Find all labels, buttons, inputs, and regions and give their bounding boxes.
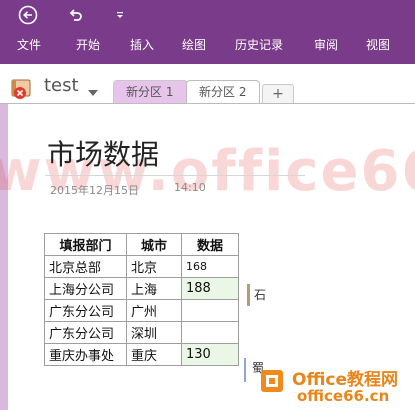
note-fragment[interactable]: 石 <box>254 286 266 303</box>
table-row: 北京总部 北京 168 <box>44 255 239 278</box>
office-logo-icon <box>258 366 288 400</box>
title-divider <box>45 175 305 176</box>
cell-dept[interactable]: 广东分公司 <box>44 299 127 322</box>
table-row: 重庆办事处 重庆 130 <box>44 343 239 366</box>
cell-dept[interactable]: 广东分公司 <box>44 321 127 344</box>
notebook-name[interactable]: test <box>44 75 79 96</box>
cell-dept[interactable]: 上海分公司 <box>44 277 127 300</box>
tab-review[interactable]: 审阅 <box>314 36 338 53</box>
section-color-band <box>0 104 8 410</box>
cell-dept[interactable]: 北京总部 <box>44 255 127 278</box>
table-row: 广东分公司 广州 <box>44 299 239 322</box>
page-date: 2015年12月15日 <box>50 184 139 197</box>
header-dept[interactable]: 填报部门 <box>44 233 127 256</box>
cell-value[interactable]: 168 <box>181 255 239 278</box>
tab-insert[interactable]: 插入 <box>130 36 154 53</box>
logo-domain: office66.cn <box>297 387 390 405</box>
cell-city[interactable]: 上海 <box>126 277 182 300</box>
cell-value[interactable]: 130 <box>181 343 239 366</box>
note-container-edge <box>244 358 246 382</box>
note-container-edge <box>247 284 250 306</box>
circle-back-arrow-icon <box>18 5 38 25</box>
undo-button[interactable] <box>63 3 87 27</box>
cell-city[interactable]: 广州 <box>126 299 182 322</box>
tab-home[interactable]: 开始 <box>76 36 100 53</box>
cell-value[interactable] <box>181 299 239 322</box>
cell-value[interactable]: 188 <box>181 277 239 300</box>
cell-city[interactable]: 北京 <box>126 255 182 278</box>
back-button[interactable] <box>14 3 42 27</box>
customize-quick-access-button[interactable] <box>112 3 128 27</box>
tab-view[interactable]: 视图 <box>366 36 390 53</box>
header-value[interactable]: 数据 <box>181 233 239 256</box>
table-row: 上海分公司 上海 188 <box>44 277 239 300</box>
cell-city[interactable]: 深圳 <box>126 321 182 344</box>
chevron-down-icon[interactable] <box>88 82 98 101</box>
tab-file[interactable]: 文件 <box>17 36 41 53</box>
tab-history[interactable]: 历史记录 <box>235 36 283 53</box>
cell-dept[interactable]: 重庆办事处 <box>44 343 127 366</box>
header-city[interactable]: 城市 <box>126 233 182 256</box>
table-row: 广东分公司 深圳 <box>44 321 239 344</box>
table-header-row: 填报部门 城市 数据 <box>44 233 239 256</box>
section-tab-divider <box>0 103 415 104</box>
page-title[interactable]: 市场数据 <box>47 133 159 173</box>
cell-city[interactable]: 重庆 <box>126 343 182 366</box>
customize-dropdown-icon <box>117 12 123 18</box>
cell-value[interactable] <box>181 321 239 344</box>
data-table[interactable]: 填报部门 城市 数据 北京总部 北京 168 上海分公司 上海 188 广东分公… <box>44 233 239 366</box>
page-time: 14:10 <box>174 181 206 194</box>
notebook-sync-error-icon[interactable] <box>10 78 38 104</box>
section-tab-1[interactable]: 新分区 1 <box>113 80 188 103</box>
add-section-button[interactable]: + <box>262 84 294 104</box>
undo-icon <box>69 9 82 21</box>
section-tab-2[interactable]: 新分区 2 <box>186 80 260 103</box>
tab-draw[interactable]: 绘图 <box>182 36 206 53</box>
